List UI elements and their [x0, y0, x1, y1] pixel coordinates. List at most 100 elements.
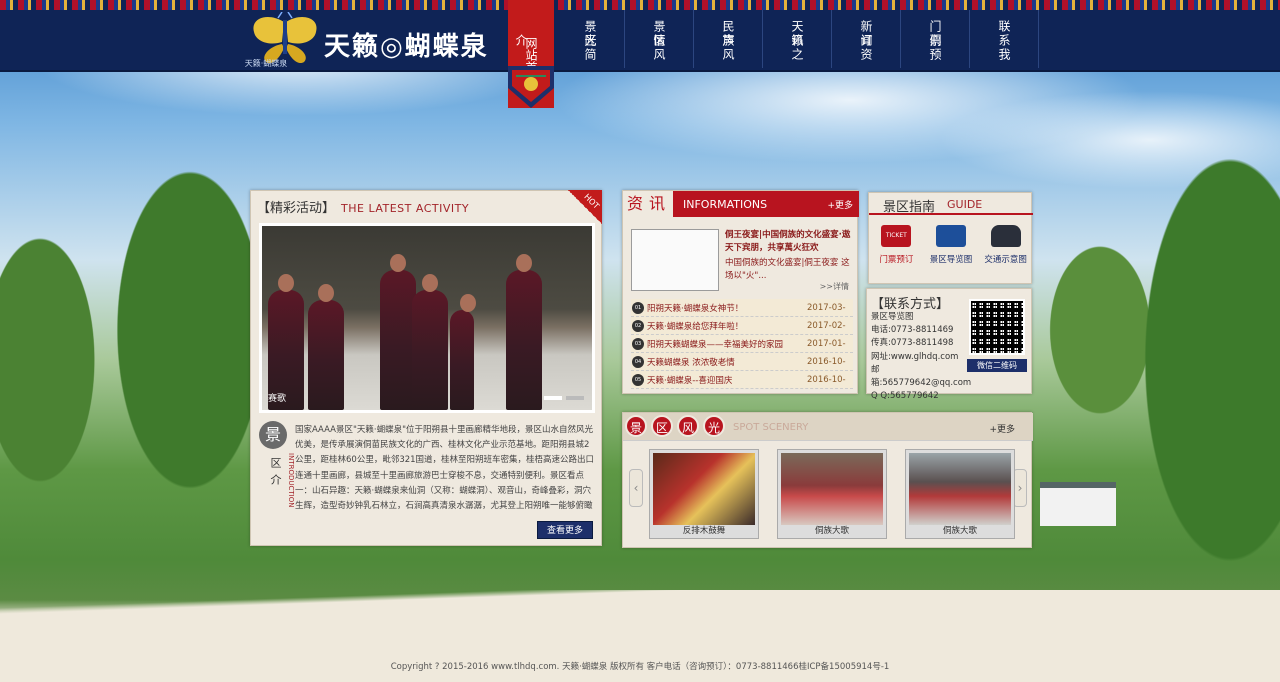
item-date: 2017-01-: [807, 338, 846, 349]
header-pattern: [0, 0, 1280, 10]
guide-panel: 景区指南 GUIDE TICKET 门票预订 景区导览图 交通示意图: [868, 192, 1033, 284]
scenery-seal: 光: [703, 415, 725, 437]
contact-line[interactable]: 邮箱:565779642@qq.com: [871, 364, 971, 390]
item-date: 2017-02-: [807, 320, 846, 331]
guide-ticket[interactable]: TICKET 门票预订: [871, 225, 921, 265]
site-footer: Copyright ? 2015-2016 www.tlhdq.com. 天籁·…: [390, 662, 890, 672]
scenery-title-en: SPOT SCENERY: [733, 422, 809, 433]
photo-figure: [506, 254, 542, 410]
guide-title-cn: 景区指南: [883, 200, 936, 215]
prev-arrow-icon[interactable]: ‹: [629, 469, 643, 507]
scenery-caption: 侗族大歌: [942, 526, 977, 536]
intro-big-char: 景: [259, 421, 287, 449]
list-item[interactable]: 04 天籁蝴蝶泉 浓浓敬老情 2016-10-: [631, 353, 853, 371]
item-number: 05: [632, 373, 644, 386]
info-lead-title[interactable]: 侗王夜宴|中国侗族的文化盛宴·遨天下宾朋，共享萬火狂欢: [725, 229, 853, 255]
photo-caption: 赛歌: [268, 394, 287, 404]
map-icon: [935, 225, 966, 247]
hot-badge: HOT: [568, 190, 602, 224]
scenery-image: [909, 453, 1011, 525]
activity-photo[interactable]: 赛歌: [259, 223, 595, 413]
photo-figure: [308, 284, 344, 410]
list-item[interactable]: 05 天籁·蝴蝶泉--喜迎国庆 2016-10-: [631, 371, 853, 389]
guide-traffic-label: 交通示意图: [984, 255, 1027, 265]
scenery-image: [653, 453, 755, 525]
info-detail-link[interactable]: >>详情: [820, 281, 849, 292]
logo-name: 天籁◎蝴蝶泉: [324, 32, 489, 62]
car-icon: [990, 225, 1021, 247]
intro-label: 景 区介 INTRODUCTION: [257, 421, 295, 541]
item-number: 02: [632, 319, 644, 332]
photo-figure: [450, 294, 476, 410]
guide-traffic[interactable]: 交通示意图: [981, 225, 1031, 265]
item-number: 03: [632, 337, 644, 350]
scenery-header: 景 区 风 光 SPOT SCENERY +更多: [623, 413, 1033, 441]
activity-panel: 【精彩活动】 THE LATEST ACTIVITY HOT 赛歌 景 区介 IN…: [250, 190, 602, 546]
main-nav: 景区简介 景区风光 民族风情 天籁之声 新闻资讯 门票预订 联系我们: [514, 10, 1039, 70]
list-item[interactable]: 02 天籁·蝴蝶泉给您拜年啦！ 2017-02-: [631, 317, 853, 335]
scenery-card[interactable]: 侗族大歌: [905, 449, 1015, 539]
site-logo[interactable]: 天籁◎蝴蝶泉 天籁·蝴蝶泉: [245, 12, 498, 70]
contact-line: 传真:0773-8811498: [871, 338, 954, 349]
item-title: 天籁·蝴蝶泉给您拜年啦！: [647, 321, 744, 332]
guide-header: 景区指南 GUIDE: [869, 193, 1033, 215]
guide-ticket-label: 门票预订: [879, 255, 914, 265]
contact-line: 电话:0773-8811469: [871, 325, 954, 336]
item-title: 天籁蝴蝶泉 浓浓敬老情: [647, 357, 735, 368]
slider-dot[interactable]: [544, 396, 562, 400]
item-date: 2017-03-: [807, 302, 846, 313]
scenery-more-link[interactable]: +更多: [989, 422, 1015, 435]
list-item[interactable]: 01 阳朔天籁·蝴蝶泉女神节！ 2017-03-: [631, 299, 853, 317]
info-panel: 资讯 INFORMATIONS +更多 侗王夜宴|中国侗族的文化盛宴·遨天下宾朋…: [622, 190, 859, 394]
contact-line: 景区导览图: [871, 312, 914, 322]
scenery-seal: 风: [677, 415, 699, 437]
scenery-seal: 区: [651, 415, 673, 437]
qr-code: [969, 299, 1025, 355]
photo-figure: [412, 274, 448, 410]
contact-title: 【联系方式】: [871, 297, 950, 312]
building-image: [1040, 482, 1116, 526]
hot-badge-label: HOT: [582, 192, 601, 211]
scenery-card[interactable]: 反排木鼓舞: [649, 449, 759, 539]
info-thumbnail[interactable]: [631, 229, 719, 291]
info-lead-desc: 中国侗族的文化盛宴|侗王夜宴 这场以"火"...: [725, 258, 850, 281]
list-item[interactable]: 03 阳朔天籁蝴蝶泉——幸福美好的家园 2017-01-: [631, 335, 853, 353]
intro-text: 国家AAAA景区"天籁·蝴蝶泉"位于阳朔县十里画廊精华地段，景区山水自然风光优美…: [295, 425, 595, 512]
guide-map[interactable]: 景区导览图: [926, 225, 976, 265]
logo-sub: 天籁·蝴蝶泉: [244, 59, 288, 68]
scenery-card[interactable]: 侗族大歌: [777, 449, 887, 539]
slider-dots: [544, 396, 584, 400]
nav-item-contact[interactable]: 联系我们: [928, 10, 1039, 68]
activity-title: 【精彩活动】 THE LATEST ACTIVITY: [257, 197, 469, 216]
scenery-image: [781, 453, 883, 525]
activity-title-en: THE LATEST ACTIVITY: [341, 202, 470, 215]
ticket-icon: TICKET: [881, 225, 912, 247]
scenery-seal: 景: [625, 415, 647, 437]
info-more-link[interactable]: +更多: [827, 198, 853, 211]
intro-small-chars: 区介: [269, 457, 282, 491]
contact-panel: 【联系方式】 景区导览图 电话:0773-8811469 传真:0773-881…: [866, 288, 1032, 401]
item-date: 2016-10-: [807, 374, 846, 385]
item-number: 01: [632, 301, 644, 314]
next-arrow-icon[interactable]: ›: [1013, 469, 1027, 507]
guide-items: TICKET 门票预订 景区导览图 交通示意图: [869, 225, 1033, 265]
info-list: 01 阳朔天籁·蝴蝶泉女神节！ 2017-03- 02 天籁·蝴蝶泉给您拜年啦！ 201…: [631, 299, 853, 389]
contact-line: Q Q:565779642: [871, 391, 939, 402]
item-title: 阳朔天籁·蝴蝶泉女神节！: [647, 303, 744, 314]
activity-title-cn: 【精彩活动】: [257, 201, 336, 216]
nav-home[interactable]: 网站首页: [508, 0, 554, 108]
scenery-caption: 反排木鼓舞: [682, 526, 726, 536]
contact-lines: 景区导览图 电话:0773-8811469 传真:0773-8811498 网址…: [871, 311, 971, 403]
contact-line[interactable]: 网址:www.glhdq.com: [871, 351, 971, 364]
scenery-thumbs: 反排木鼓舞 侗族大歌 侗族大歌: [649, 449, 1015, 539]
info-header: 资讯 INFORMATIONS +更多: [623, 191, 859, 217]
guide-map-label: 景区导览图: [929, 255, 973, 265]
slider-dot[interactable]: [566, 396, 584, 400]
view-more-button[interactable]: 查看更多: [537, 521, 593, 539]
item-title: 天籁·蝴蝶泉--喜迎国庆: [647, 375, 733, 386]
scenery-caption: 侗族大歌: [814, 526, 849, 536]
ornament-icon: [508, 66, 554, 108]
item-title: 阳朔天籁蝴蝶泉——幸福美好的家园: [647, 339, 784, 350]
guide-title-en: GUIDE: [947, 198, 983, 211]
info-seal: 资讯: [627, 194, 672, 213]
